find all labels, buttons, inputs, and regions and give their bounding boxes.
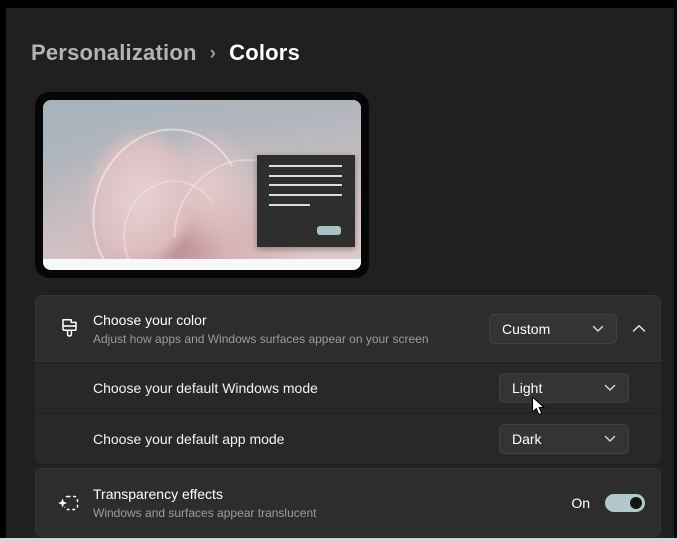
theme-preview-frame <box>35 92 369 278</box>
transparency-sparkle-icon <box>58 492 80 514</box>
windows-mode-label: Choose your default Windows mode <box>93 380 318 396</box>
transparency-toggle[interactable] <box>605 494 645 512</box>
chevron-down-icon <box>604 435 616 443</box>
app-mode-row: Choose your default app mode Dark <box>35 413 661 464</box>
breadcrumb-chevron-icon: › <box>210 42 217 65</box>
chevron-up-icon[interactable] <box>632 324 646 333</box>
choose-color-subtitle: Adjust how apps and Windows surfaces app… <box>93 332 429 346</box>
color-mode-dropdown[interactable]: Custom <box>489 314 617 344</box>
theme-preview <box>43 100 361 270</box>
color-mode-value: Custom <box>502 321 550 337</box>
window-edge-top <box>0 0 677 8</box>
page-title: Colors <box>229 40 300 66</box>
breadcrumb: Personalization › Colors <box>31 40 300 66</box>
toggle-state-label: On <box>571 495 590 511</box>
chevron-down-icon <box>592 325 604 333</box>
paint-brush-icon <box>58 317 80 340</box>
app-mode-dropdown[interactable]: Dark <box>499 424 629 454</box>
windows-mode-row: Choose your default Windows mode Light <box>35 362 661 413</box>
transparency-card: Transparency effects Windows and surface… <box>35 468 661 537</box>
preview-sample-app-window <box>257 155 355 247</box>
breadcrumb-personalization[interactable]: Personalization <box>31 40 197 66</box>
toggle-knob <box>630 497 642 509</box>
windows-mode-value: Light <box>512 380 542 396</box>
choose-color-card: Choose your color Adjust how apps and Wi… <box>35 295 661 464</box>
app-mode-value: Dark <box>512 431 542 447</box>
window-edge-left <box>0 0 6 541</box>
settings-page: Personalization › Colors <box>0 0 677 541</box>
choose-color-row[interactable]: Choose your color Adjust how apps and Wi… <box>35 295 661 362</box>
choose-color-title: Choose your color <box>93 312 429 328</box>
app-mode-label: Choose your default app mode <box>93 431 284 447</box>
transparency-subtitle: Windows and surfaces appear translucent <box>93 506 316 520</box>
preview-taskbar <box>43 259 361 270</box>
transparency-title: Transparency effects <box>93 486 316 502</box>
chevron-down-icon <box>604 384 616 392</box>
windows-mode-dropdown[interactable]: Light <box>499 373 629 403</box>
preview-accent-button <box>317 226 341 235</box>
